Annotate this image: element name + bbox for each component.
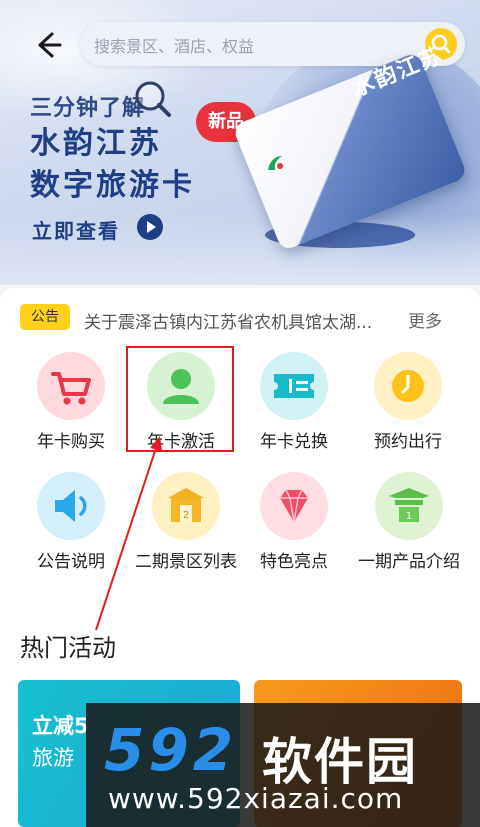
tile-highlights[interactable]: 特色亮点 [239,472,349,574]
tile-label: 二期景区列表 [135,552,237,572]
notice-badge: 公告 [20,304,70,330]
shopping-cart-icon [51,372,91,405]
gate-icon: 2 [168,488,204,522]
tile-phase1-products[interactable]: 1 一期产品介绍 [354,472,464,574]
tile-icon-bg: 1 [375,472,443,540]
pavilion-icon: 1 [389,488,429,522]
diamond-icon [280,489,308,523]
tile-book-trip[interactable]: 预约出行 [353,352,463,454]
play-icon[interactable] [136,213,164,241]
notice-more-link[interactable]: 更多 [408,307,442,332]
tile-icon-bg [37,472,105,540]
tile-notice-info[interactable]: 公告说明 [16,472,126,574]
section-title-hot-activities: 热门活动 [20,634,116,662]
tile-icon-bg [374,352,442,420]
tile-label: 特色亮点 [260,552,328,572]
tile-label: 一期产品介绍 [358,552,460,572]
promo-line1: 立减5 [32,714,89,738]
promo-line2: 旅游 [32,746,74,770]
magnifier-icon [135,81,171,117]
tile-annual-card-redeem[interactable]: 年卡兑换 [239,352,349,454]
tile-label: 年卡兑换 [260,432,328,452]
card-logo-icon [268,156,283,170]
tile-label: 公告说明 [37,552,105,572]
svg-text:2: 2 [183,510,189,521]
tile-icon-bg: 2 [152,472,220,540]
tile-label: 预约出行 [374,432,442,452]
banner-line2: 水韵江苏 [30,126,162,161]
tile-label: 年卡购买 [37,432,105,452]
notice-text[interactable]: 关于震泽古镇内江苏省农机具馆太湖... [84,308,389,333]
view-now-link[interactable]: 立即查看 [32,215,120,244]
tile-phase2-scenic-list[interactable]: 2 二期景区列表 [131,472,241,574]
back-arrow-icon[interactable] [30,28,64,62]
tile-icon-bg [37,352,105,420]
tile-annual-card-purchase[interactable]: 年卡购买 [16,352,126,454]
watermark-url: www.592xiazai.com [108,782,404,815]
watermark-logo: 592 [104,716,238,784]
ticket-icon [274,374,314,398]
highlight-box [126,346,234,452]
search-placeholder: 搜索景区、酒店、权益 [94,37,255,56]
tile-icon-bg [260,352,328,420]
clock-icon [392,370,424,402]
banner-line3: 数字旅游卡 [30,168,195,203]
speaker-icon [55,490,87,522]
svg-text:1: 1 [406,511,412,522]
tile-icon-bg [260,472,328,540]
